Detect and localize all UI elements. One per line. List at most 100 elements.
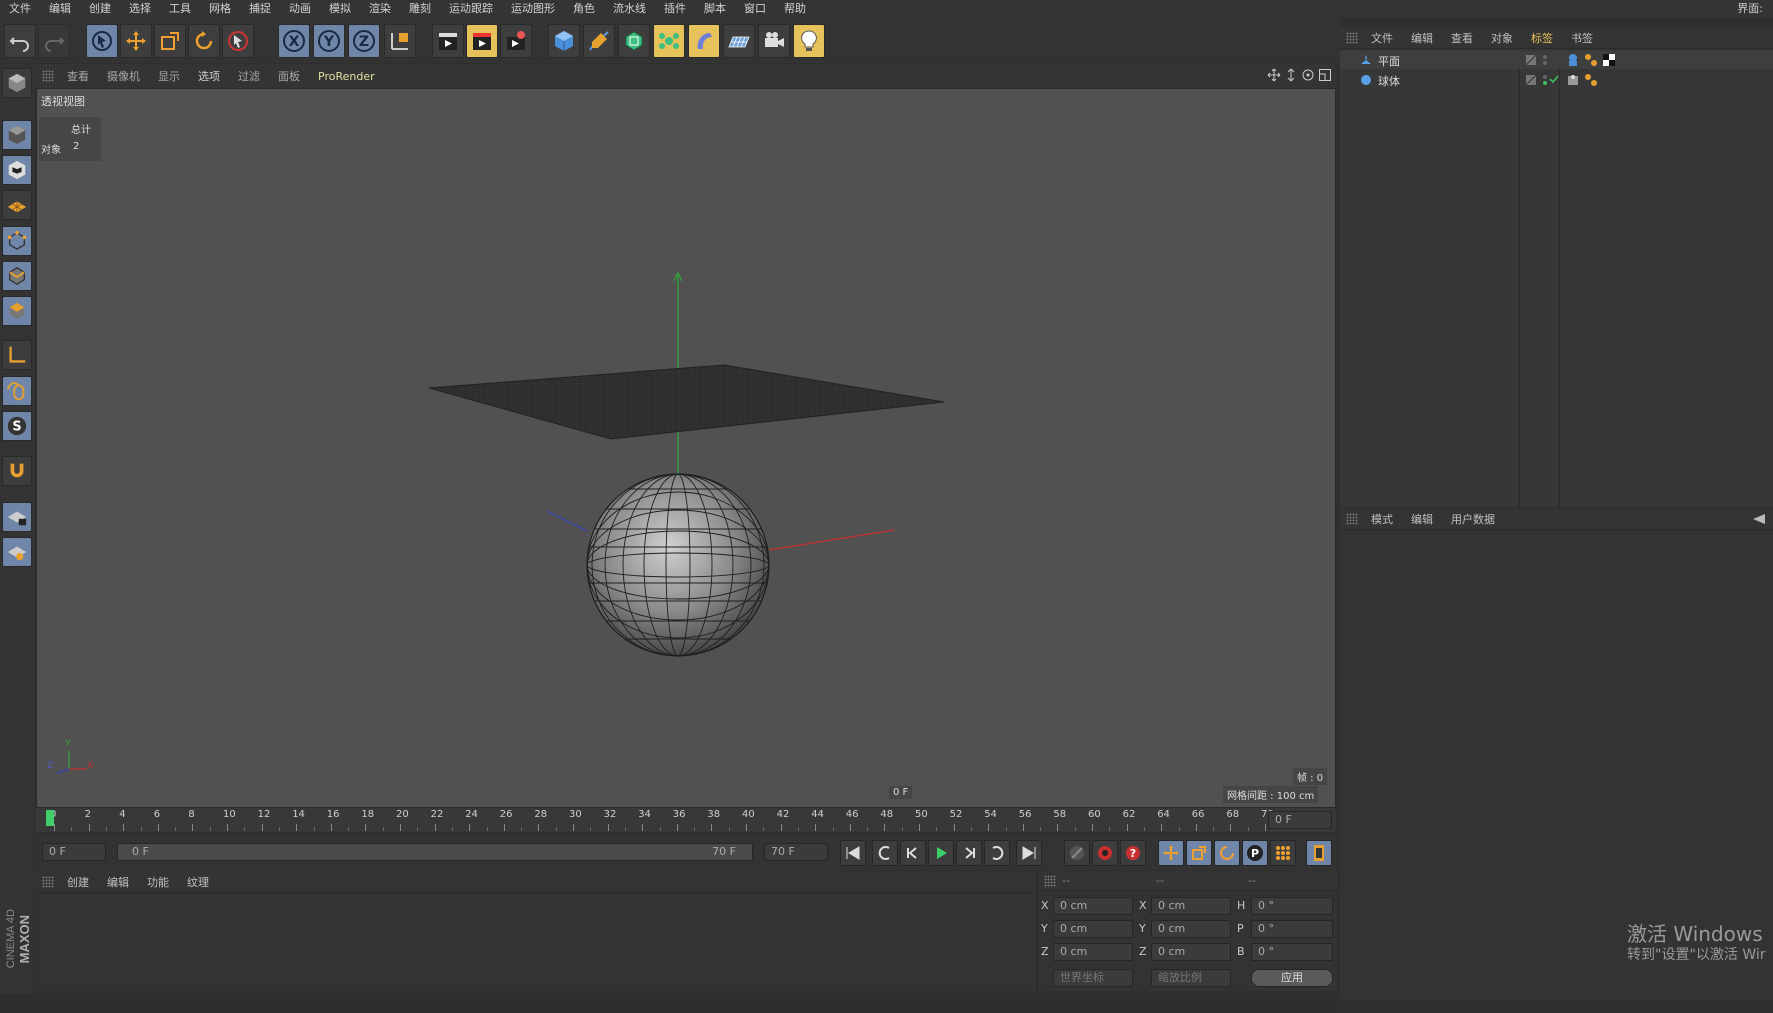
menu-select[interactable]: 选择	[120, 0, 160, 18]
record-point-level-button[interactable]	[1270, 840, 1296, 866]
go-to-end-button[interactable]	[1016, 840, 1042, 866]
coordinate-mode-dropdown[interactable]: 世界坐标	[1053, 969, 1133, 987]
list-item[interactable]: 平面	[1340, 51, 1773, 69]
plane-object[interactable]	[428, 364, 945, 440]
attribute-menu-mode[interactable]: 模式	[1362, 511, 1402, 527]
menu-animate[interactable]: 动画	[280, 0, 320, 18]
undo-button[interactable]	[4, 24, 36, 58]
list-item[interactable]: 球体	[1340, 71, 1773, 89]
perspective-viewport[interactable]: 透视视图 总计 对象 2 Y X Z 0 F 帧: 0 网格间距: 100 …	[36, 88, 1336, 808]
subdivision-surface-button[interactable]	[618, 24, 650, 58]
cloner-button[interactable]	[653, 24, 685, 58]
polygons-mode-button[interactable]	[2, 296, 32, 326]
tweak-mode-button[interactable]	[2, 376, 32, 406]
redo-button[interactable]	[38, 24, 70, 58]
rotation-p-field[interactable]: 0 °	[1251, 920, 1333, 938]
layout-label[interactable]: 界面:	[1737, 0, 1763, 18]
workplane-mode-button[interactable]	[2, 190, 32, 220]
deformer-button[interactable]	[688, 24, 720, 58]
timeline-window-button[interactable]	[1306, 840, 1332, 866]
light-object-button[interactable]	[793, 24, 825, 58]
menu-help[interactable]: 帮助	[775, 0, 815, 18]
menu-motion-tracking[interactable]: 运动跟踪	[440, 0, 502, 18]
menu-plugins[interactable]: 插件	[655, 0, 695, 18]
orbit-icon[interactable]	[1301, 68, 1315, 82]
render-settings-button[interactable]	[500, 24, 532, 58]
recent-tool-button[interactable]	[222, 24, 254, 58]
object-name-plane[interactable]: 平面	[1378, 53, 1400, 69]
viewport-menu-camera[interactable]: 摄像机	[98, 68, 149, 84]
previous-key-button[interactable]	[872, 840, 898, 866]
pen-spline-button[interactable]	[583, 24, 615, 58]
make-editable-button[interactable]	[2, 68, 32, 98]
panel-grip[interactable]	[42, 70, 54, 82]
scale-button[interactable]	[154, 24, 186, 58]
viewport-menu-display[interactable]: 显示	[149, 68, 189, 84]
sphere-object[interactable]	[586, 473, 770, 657]
viewport-menu-options[interactable]: 选项	[189, 68, 229, 84]
menu-pipeline[interactable]: 流水线	[604, 0, 655, 18]
y-axis-lock-button[interactable]: Y	[313, 24, 345, 58]
rotation-h-field[interactable]: 0 °	[1251, 897, 1333, 915]
attribute-menu-edit[interactable]: 编辑	[1402, 511, 1442, 527]
record-active-button[interactable]	[1064, 840, 1090, 866]
start-frame-field[interactable]: 0 F	[42, 843, 106, 861]
move-button[interactable]	[120, 24, 152, 58]
timeline-ruler[interactable]: 0246810121416182022242628303234363840424…	[36, 808, 1336, 832]
x-axis-lock-button[interactable]: X	[278, 24, 310, 58]
previous-frame-button[interactable]	[900, 840, 926, 866]
back-arrow-icon[interactable]	[1751, 513, 1767, 525]
auto-key-button[interactable]	[1092, 840, 1118, 866]
material-menu-texture[interactable]: 纹理	[178, 874, 218, 890]
menu-tools[interactable]: 工具	[160, 0, 200, 18]
solo-mode-button[interactable]: S	[2, 411, 32, 441]
viewport-menu-panel[interactable]: 面板	[269, 68, 309, 84]
object-name-sphere[interactable]: 球体	[1378, 73, 1400, 89]
camera-object-button[interactable]	[758, 24, 790, 58]
size-mode-dropdown[interactable]: 缩放比例	[1151, 969, 1231, 987]
current-frame-field[interactable]: 0 F	[1268, 811, 1332, 829]
panel-grip[interactable]	[42, 875, 54, 888]
object-menu-file[interactable]: 文件	[1362, 30, 1402, 46]
menu-snap[interactable]: 捕捉	[240, 0, 280, 18]
position-y-field[interactable]: 0 cm	[1053, 920, 1133, 938]
viewport-menu-filter[interactable]: 过滤	[229, 68, 269, 84]
panel-grip[interactable]	[1044, 875, 1056, 887]
menu-window[interactable]: 窗口	[735, 0, 775, 18]
compositing-tag-icon[interactable]	[1566, 73, 1580, 87]
texture-mode-button[interactable]	[2, 155, 32, 185]
model-mode-button[interactable]	[2, 120, 32, 150]
object-menu-tags[interactable]: 标签	[1522, 30, 1562, 46]
apply-button[interactable]: 应用	[1251, 969, 1333, 987]
menu-simulate[interactable]: 模拟	[320, 0, 360, 18]
floor-object-button[interactable]	[723, 24, 755, 58]
snap-button[interactable]	[2, 456, 32, 486]
size-x-field[interactable]: 0 cm	[1151, 897, 1231, 915]
viewport-menu-view[interactable]: 查看	[58, 68, 98, 84]
material-menu-edit[interactable]: 编辑	[98, 874, 138, 890]
position-x-field[interactable]: 0 cm	[1053, 897, 1133, 915]
position-z-field[interactable]: 0 cm	[1053, 943, 1133, 961]
go-to-start-button[interactable]	[840, 840, 866, 866]
phong-tag-icon[interactable]	[1584, 73, 1598, 87]
z-axis-lock-button[interactable]: Z	[348, 24, 380, 58]
viewport-menu-prorender[interactable]: ProRender	[309, 70, 384, 83]
menu-sculpt[interactable]: 雕刻	[400, 0, 440, 18]
object-menu-objects[interactable]: 对象	[1482, 30, 1522, 46]
points-mode-button[interactable]	[2, 226, 32, 256]
visibility-dots-icon[interactable]	[1541, 73, 1549, 87]
menu-script[interactable]: 脚本	[695, 0, 735, 18]
rotation-b-field[interactable]: 0 °	[1251, 943, 1333, 961]
material-tag-icon[interactable]	[1602, 53, 1616, 67]
end-frame-field[interactable]: 70 F	[764, 843, 828, 861]
next-key-button[interactable]	[984, 840, 1010, 866]
object-menu-view[interactable]: 查看	[1442, 30, 1482, 46]
coordinate-system-button[interactable]	[384, 24, 416, 58]
phong-tag-icon[interactable]	[1584, 53, 1598, 67]
object-menu-edit[interactable]: 编辑	[1402, 30, 1442, 46]
enabled-check-icon[interactable]	[1549, 74, 1559, 84]
preview-range-slider[interactable]: 0 F 70 F	[117, 843, 753, 861]
visibility-dots-icon[interactable]	[1541, 53, 1549, 67]
size-z-field[interactable]: 0 cm	[1151, 943, 1231, 961]
next-frame-button[interactable]	[956, 840, 982, 866]
